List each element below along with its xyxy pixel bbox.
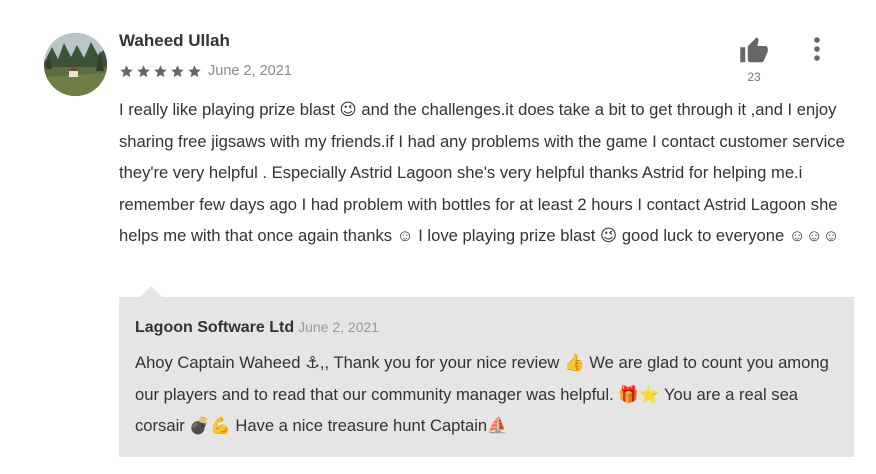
- star-icon: [171, 64, 184, 77]
- star-icon: [154, 64, 167, 77]
- review-card: Waheed Ullah June 2, 2021 23 I really li…: [0, 0, 876, 474]
- reply-author: Lagoon Software Ltd: [135, 319, 295, 336]
- star-rating: [119, 64, 204, 79]
- star-icon: [120, 64, 133, 77]
- review-date: June 2, 2021: [208, 63, 292, 79]
- developer-reply: Lagoon Software Ltd June 2, 2021 Ahoy Ca…: [119, 297, 854, 457]
- reply-header: Lagoon Software Ltd June 2, 2021: [135, 319, 379, 337]
- reply-pointer: [140, 286, 162, 297]
- like-button[interactable]: [736, 33, 772, 69]
- more-options-button[interactable]: [806, 36, 828, 62]
- review-text: I really like playing prize blast 😉 and …: [119, 100, 850, 245]
- reply-text: Ahoy Captain Waheed ⚓,, Thank you for yo…: [135, 353, 834, 435]
- review-author: Waheed Ullah: [119, 31, 230, 50]
- avatar-image: [44, 33, 107, 96]
- more-vertical-icon: [814, 37, 820, 61]
- star-icon: [137, 64, 150, 77]
- star-icon: [188, 64, 201, 77]
- thumbs-up-icon: [740, 37, 768, 63]
- reply-date: June 2, 2021: [298, 319, 380, 335]
- avatar[interactable]: [44, 33, 107, 96]
- like-count: 23: [747, 70, 761, 84]
- rating-row: June 2, 2021: [119, 63, 292, 79]
